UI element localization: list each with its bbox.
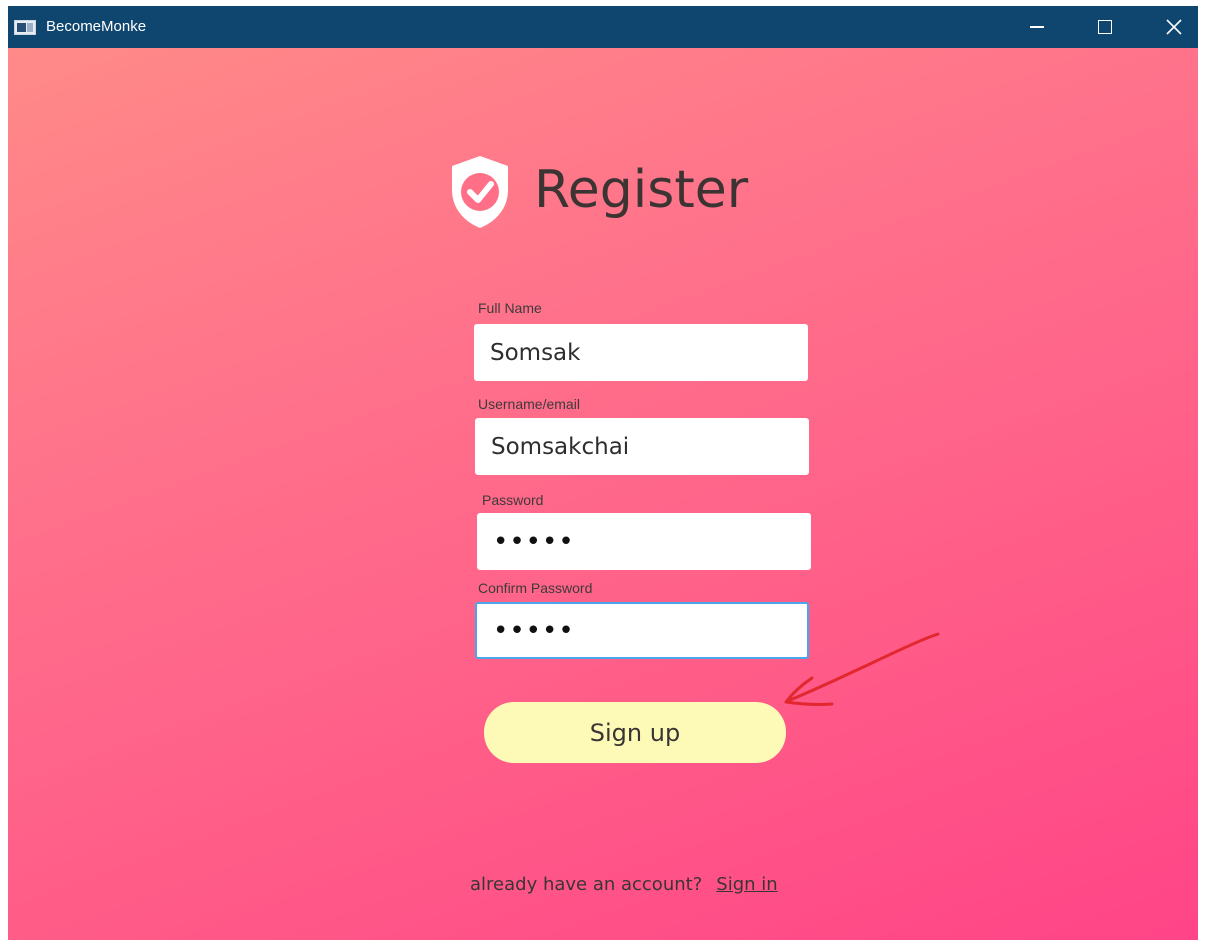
- close-button[interactable]: [1151, 6, 1197, 48]
- footer-text: already have an account?: [470, 874, 703, 895]
- red-arrow-annotation: [784, 632, 940, 706]
- maximize-button[interactable]: [1082, 6, 1128, 48]
- signin-prompt: already have an account? Sign in: [470, 874, 810, 904]
- minimize-icon: [1030, 26, 1044, 28]
- register-header: Register: [448, 148, 768, 238]
- password-label: Password: [482, 492, 544, 508]
- signin-link[interactable]: Sign in: [716, 874, 777, 895]
- title-bar[interactable]: BecomeMonke: [8, 6, 1198, 48]
- app-window-icon: [14, 20, 36, 35]
- close-icon: [1166, 19, 1182, 35]
- confirm-password-field[interactable]: [475, 602, 809, 659]
- username-label: Username/email: [478, 396, 580, 412]
- app-window: BecomeMonke Register Full Name Username/…: [8, 6, 1198, 940]
- full-name-label: Full Name: [478, 300, 542, 316]
- confirm-password-label: Confirm Password: [478, 580, 593, 596]
- shield-check-icon: [452, 156, 508, 228]
- maximize-icon: [1098, 20, 1112, 34]
- register-panel: Register Full Name Username/email Passwo…: [8, 48, 1198, 940]
- window-title: BecomeMonke: [46, 18, 147, 35]
- minimize-button[interactable]: [1014, 6, 1060, 48]
- password-field[interactable]: [477, 513, 811, 570]
- signup-button[interactable]: Sign up: [484, 702, 786, 763]
- full-name-field[interactable]: [474, 324, 808, 381]
- page-title: Register: [534, 160, 749, 220]
- username-field[interactable]: [475, 418, 809, 475]
